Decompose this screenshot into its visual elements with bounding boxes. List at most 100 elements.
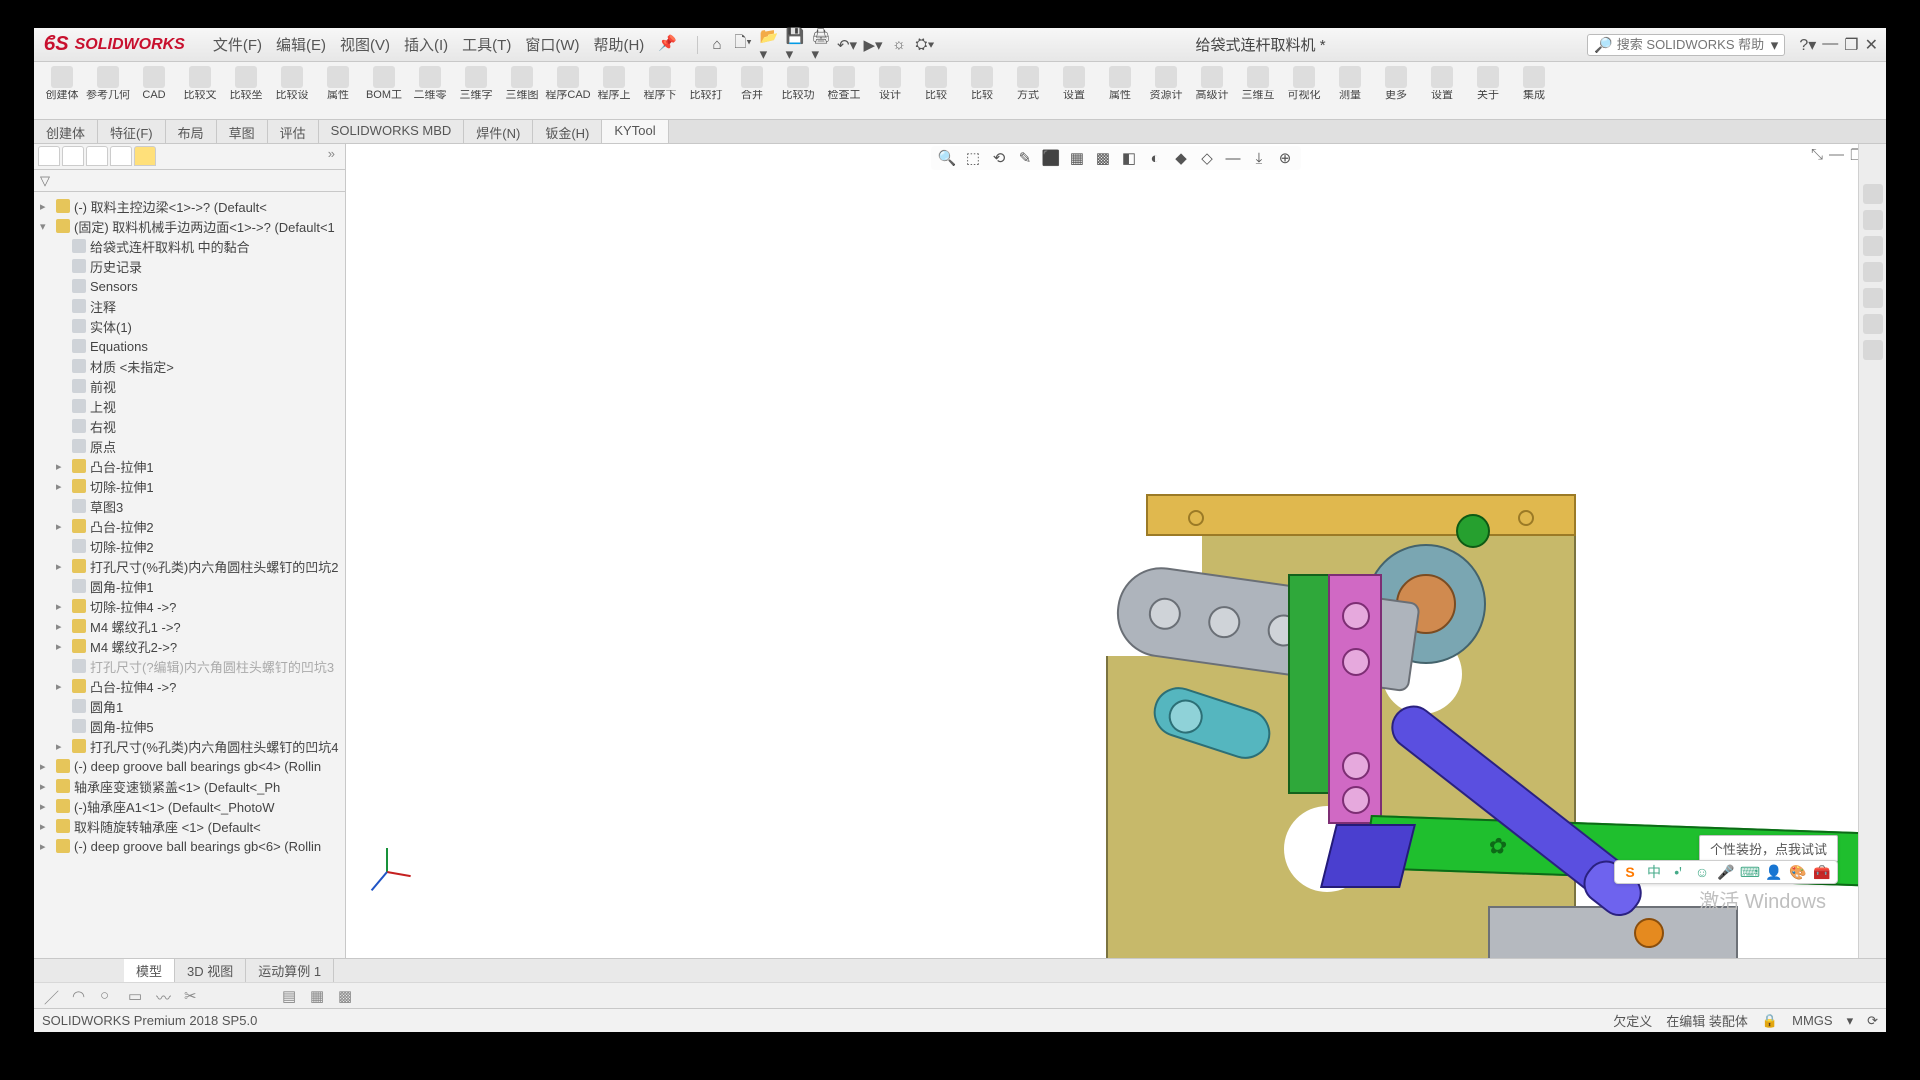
view-tool-12[interactable]: ⤓ [1249, 148, 1269, 168]
tree-row[interactable]: Equations [36, 336, 343, 356]
graphics-viewport[interactable]: 🔍⬚⟲✎⬛▦▩◧◐◆◇—⤓⊕ ⤡ — ❐ ✕ [346, 144, 1886, 958]
ribbon-btn-26[interactable]: 三维互 [1236, 66, 1280, 101]
taskpane-view-palette-icon[interactable] [1863, 288, 1883, 308]
ribbon-btn-16[interactable]: 比较功 [776, 66, 820, 101]
ribbon-btn-32[interactable]: 集成 [1512, 66, 1556, 101]
tree-expander-icon[interactable]: ▸ [40, 760, 52, 773]
ime-smile-icon[interactable]: ☺ [1693, 863, 1711, 881]
ribbon-btn-17[interactable]: 检查工 [822, 66, 866, 101]
ime-mic-icon[interactable]: 🎤 [1717, 863, 1735, 881]
view-tool-13[interactable]: ⊕ [1275, 148, 1295, 168]
tree-row[interactable]: 实体(1) [36, 316, 343, 336]
ribbon-btn-29[interactable]: 更多 [1374, 66, 1418, 101]
tree-row[interactable]: 圆角1 [36, 696, 343, 716]
restore-icon[interactable]: ❐ [1844, 35, 1858, 55]
tree-expander-icon[interactable]: ▸ [40, 840, 52, 853]
menu-view[interactable]: 视图(V) [340, 34, 390, 55]
menu-file[interactable]: 文件(F) [213, 34, 262, 55]
tree-row[interactable]: 前视 [36, 376, 343, 396]
tree-expander-icon[interactable]: ▸ [40, 780, 52, 793]
tree-row[interactable]: ▸M4 螺纹孔2->? [36, 636, 343, 656]
view-tool-6[interactable]: ▩ [1093, 148, 1113, 168]
menu-edit[interactable]: 编辑(E) [276, 34, 326, 55]
fm-tab-property-manager[interactable] [62, 146, 84, 166]
tree-row[interactable]: 切除-拉伸2 [36, 536, 343, 556]
ribbon-btn-1[interactable]: 参考几何 [86, 66, 130, 101]
view-tool-0[interactable]: 🔍 [937, 148, 957, 168]
tree-row[interactable]: ▸打孔尺寸(%孔类)内六角圆柱头螺钉的凹坑2 [36, 556, 343, 576]
sk-line-icon[interactable]: ／ [44, 987, 62, 1005]
tree-row[interactable]: ▸M4 螺纹孔1 ->? [36, 616, 343, 636]
tree-expander-icon[interactable]: ▸ [56, 520, 68, 533]
command-tab-7[interactable]: 钣金(H) [533, 120, 602, 143]
ribbon-btn-4[interactable]: 比较坐 [224, 66, 268, 101]
taskpane-file-explorer-icon[interactable] [1863, 262, 1883, 282]
taskpane-custom-props-icon[interactable] [1863, 340, 1883, 360]
sk-circle-icon[interactable]: ○ [100, 987, 118, 1005]
sk-rect-icon[interactable]: ▭ [128, 987, 146, 1005]
view-tool-1[interactable]: ⬚ [963, 148, 983, 168]
menu-insert[interactable]: 插入(I) [404, 34, 448, 55]
vp-expand-icon[interactable]: ⤡ [1811, 146, 1823, 164]
view-tool-4[interactable]: ⬛ [1041, 148, 1061, 168]
tree-row[interactable]: 右视 [36, 416, 343, 436]
pin-icon[interactable]: 📌 [658, 34, 677, 55]
ribbon-btn-19[interactable]: 比较 [914, 66, 958, 101]
view-tool-2[interactable]: ⟲ [989, 148, 1009, 168]
menu-tools[interactable]: 工具(T) [462, 34, 511, 55]
ribbon-btn-27[interactable]: 可视化 [1282, 66, 1326, 101]
command-tab-0[interactable]: 创建体 [34, 120, 98, 143]
view-tool-8[interactable]: ◐ [1145, 148, 1165, 168]
tree-row[interactable]: ▸(-) 取料主控边梁<1>->? (Default< [36, 196, 343, 216]
ribbon-btn-18[interactable]: 设计 [868, 66, 912, 101]
tree-row[interactable]: 材质 <未指定> [36, 356, 343, 376]
ribbon-btn-11[interactable]: 程序CAD [546, 66, 590, 101]
taskpane-design-library-icon[interactable] [1863, 236, 1883, 256]
bottom-tab-0[interactable]: 模型 [124, 959, 175, 982]
options-icon[interactable]: ☼ [890, 36, 908, 54]
ime-keyboard-icon[interactable]: ⌨ [1741, 863, 1759, 881]
ribbon-btn-28[interactable]: 测量 [1328, 66, 1372, 101]
tree-expander-icon[interactable]: ▸ [56, 560, 68, 573]
taskpane-home-icon[interactable] [1863, 184, 1883, 204]
ime-person-icon[interactable]: 👤 [1765, 863, 1783, 881]
tree-expander-icon[interactable]: ▸ [40, 800, 52, 813]
tree-row[interactable]: ▸打孔尺寸(%孔类)内六角圆柱头螺钉的凹坑4 [36, 736, 343, 756]
ribbon-btn-23[interactable]: 属性 [1098, 66, 1142, 101]
save-icon[interactable]: 💾▾ [786, 36, 804, 54]
ribbon-btn-14[interactable]: 比较打 [684, 66, 728, 101]
fm-tab-feature-tree[interactable] [38, 146, 60, 166]
settings-icon[interactable]: ⛭▾ [916, 36, 934, 54]
tree-row[interactable]: ▸取料随旋转轴承座 <1> (Default< [36, 816, 343, 836]
ribbon-btn-9[interactable]: 三维字 [454, 66, 498, 101]
feature-tree[interactable]: ▸(-) 取料主控边梁<1>->? (Default<▾(固定) 取料机械手边两… [34, 192, 345, 958]
tree-expander-icon[interactable]: ▸ [56, 740, 68, 753]
tree-row[interactable]: ▸凸台-拉伸1 [36, 456, 343, 476]
help-search-input[interactable] [1617, 37, 1767, 52]
view-tool-10[interactable]: ◇ [1197, 148, 1217, 168]
tree-row[interactable]: ▾(固定) 取料机械手边两边面<1>->? (Default<1 [36, 216, 343, 236]
command-tab-8[interactable]: KYTool [602, 120, 668, 143]
tree-expander-icon[interactable]: ▸ [56, 480, 68, 493]
tree-row[interactable]: 打孔尺寸(?编辑)内六角圆柱头螺钉的凹坑3 [36, 656, 343, 676]
ribbon-btn-12[interactable]: 程序上 [592, 66, 636, 101]
search-dropdown-icon[interactable]: ▾ [1771, 36, 1779, 54]
fm-tab-display[interactable] [134, 146, 156, 166]
tree-row[interactable]: ▸凸台-拉伸4 ->? [36, 676, 343, 696]
help-icon[interactable]: ?▾ [1799, 35, 1816, 55]
tree-row[interactable]: ▸轴承座变速锁紧盖<1> (Default<_Ph [36, 776, 343, 796]
ribbon-btn-30[interactable]: 设置 [1420, 66, 1464, 101]
tree-expander-icon[interactable]: ▸ [40, 820, 52, 833]
ribbon-btn-20[interactable]: 比较 [960, 66, 1004, 101]
ribbon-btn-3[interactable]: 比较文 [178, 66, 222, 101]
help-search[interactable]: 🔎 ▾ [1587, 34, 1785, 56]
tree-expander-icon[interactable]: ▸ [56, 680, 68, 693]
ribbon-btn-13[interactable]: 程序下 [638, 66, 682, 101]
command-tab-6[interactable]: 焊件(N) [464, 120, 533, 143]
ribbon-btn-6[interactable]: 属性 [316, 66, 360, 101]
tree-expander-icon[interactable]: ▸ [56, 620, 68, 633]
tree-expander-icon[interactable]: ▸ [40, 200, 52, 213]
tree-row[interactable]: 给袋式连杆取料机 中的黏合 [36, 236, 343, 256]
tree-row[interactable]: 圆角-拉伸1 [36, 576, 343, 596]
ribbon-btn-2[interactable]: CAD [132, 66, 176, 101]
